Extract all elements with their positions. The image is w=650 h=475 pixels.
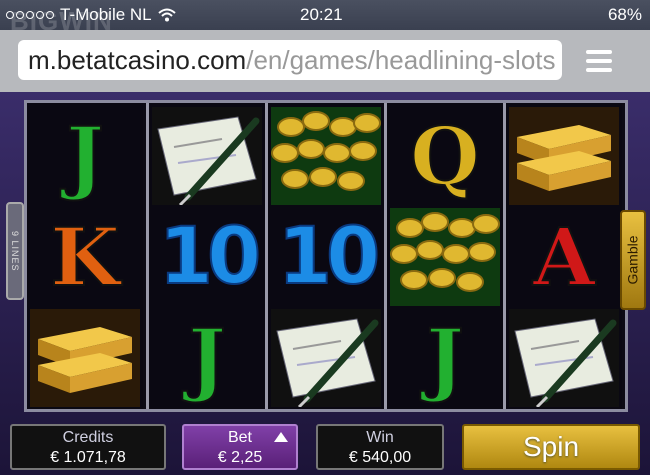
ten-symbol: 10 bbox=[152, 208, 262, 306]
win-value: € 540,00 bbox=[348, 449, 412, 466]
j-symbol: J bbox=[390, 309, 500, 407]
j-symbol: J bbox=[152, 309, 262, 407]
ten-symbol: 10 bbox=[271, 208, 381, 306]
paylines-indicator: 9 LINES bbox=[6, 202, 24, 300]
cheque-symbol-icon bbox=[152, 107, 262, 205]
hamburger-menu-icon[interactable] bbox=[586, 50, 612, 72]
reel-2: 10 J bbox=[146, 103, 265, 409]
a-symbol: A bbox=[509, 208, 619, 306]
slot-game: 9 LINES JK 10 J 10 QJ A Gamble bbox=[0, 92, 650, 475]
symbol-text: A bbox=[532, 209, 596, 305]
reel-grid: JK 10 J 10 QJ A bbox=[24, 100, 628, 412]
cheque-symbol-icon bbox=[271, 309, 381, 407]
gold-bars-symbol-icon bbox=[30, 309, 140, 407]
reel-4: QJ bbox=[384, 103, 503, 409]
cheque-symbol-icon bbox=[509, 309, 619, 407]
url-host: m.betatcasino.com bbox=[28, 45, 247, 75]
reel-3: 10 bbox=[265, 103, 384, 409]
battery-level: 68% bbox=[607, 5, 642, 24]
coins-symbol-icon bbox=[390, 208, 500, 306]
symbol-text: Q bbox=[409, 108, 481, 204]
credits-label: Credits bbox=[62, 429, 114, 446]
url-path: /en/games/headlining-slots bbox=[246, 45, 556, 75]
symbol-text: 10 bbox=[158, 211, 262, 303]
browser-toolbar: m.betatcasino.com/en/games/headlining-sl… bbox=[0, 30, 650, 92]
symbol-text: K bbox=[49, 209, 121, 305]
symbol-text: J bbox=[425, 310, 465, 406]
j-symbol: J bbox=[30, 107, 140, 205]
gamble-label: Gamble bbox=[625, 235, 641, 285]
credits-value: € 1.071,78 bbox=[50, 449, 126, 466]
symbol-text: 10 bbox=[277, 211, 381, 303]
url-field[interactable]: m.betatcasino.com/en/games/headlining-sl… bbox=[18, 40, 562, 80]
coins-symbol-icon bbox=[271, 107, 381, 205]
symbol-text: J bbox=[187, 310, 227, 406]
win-label: Win bbox=[366, 429, 394, 446]
bet-selector[interactable]: Bet € 2,25 bbox=[182, 424, 298, 470]
reel-1: JK bbox=[27, 103, 143, 409]
clock: 20:21 bbox=[300, 5, 343, 24]
spin-button[interactable]: Spin bbox=[462, 424, 640, 470]
win-display: Win € 540,00 bbox=[316, 424, 444, 470]
gamble-button[interactable]: Gamble bbox=[620, 210, 646, 310]
bet-up-arrow-icon[interactable] bbox=[274, 432, 288, 442]
reel-5: A bbox=[503, 103, 622, 409]
wifi-icon bbox=[157, 8, 176, 22]
symbol-text: J bbox=[65, 108, 105, 204]
credits-display: Credits € 1.071,78 bbox=[10, 424, 166, 470]
q-symbol: Q bbox=[390, 107, 500, 205]
gold-bars-symbol-icon bbox=[509, 107, 619, 205]
bet-value: € 2,25 bbox=[217, 449, 263, 466]
k-symbol: K bbox=[30, 208, 140, 306]
